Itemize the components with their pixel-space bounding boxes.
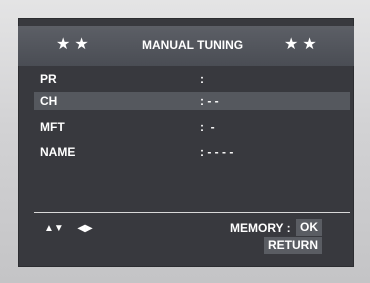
stars-left-icon: ★★ (56, 36, 93, 53)
stars-right-icon: ★★ (284, 36, 321, 53)
row-value-ch: : - - (200, 94, 219, 108)
page-title: MANUAL TUNING (142, 38, 244, 52)
menu-row-name[interactable]: NAME : - - - - (34, 143, 350, 161)
row-value-pr: : (200, 72, 204, 86)
tv-frame: ★★ MANUAL TUNING ★★ PR : CH : - - MFT : … (0, 0, 370, 283)
menu-row-ch[interactable]: CH : - - (34, 92, 350, 110)
menu-header: ★★ MANUAL TUNING ★★ (18, 26, 354, 66)
ok-button[interactable]: OK (296, 219, 322, 236)
row-label-ch: CH (40, 94, 58, 108)
left-right-arrows-icon: ◀▶ (77, 223, 93, 234)
row-label-mft: MFT (40, 120, 65, 134)
osd-screen: ★★ MANUAL TUNING ★★ PR : CH : - - MFT : … (18, 18, 354, 267)
row-value-mft: : - (200, 120, 215, 134)
row-label-name: NAME (40, 145, 76, 159)
return-button[interactable]: RETURN (264, 237, 322, 254)
menu-row-pr[interactable]: PR : (34, 70, 350, 88)
menu-row-mft[interactable]: MFT : - (34, 118, 350, 136)
row-label-pr: PR (40, 72, 57, 86)
row-value-name: : - - - - (200, 145, 234, 159)
up-down-arrows-icon: ▲▼ (44, 223, 64, 234)
memory-label: MEMORY : (230, 221, 291, 235)
nav-hints: ▲▼ ◀▶ (44, 223, 93, 235)
footer-divider (34, 212, 350, 213)
